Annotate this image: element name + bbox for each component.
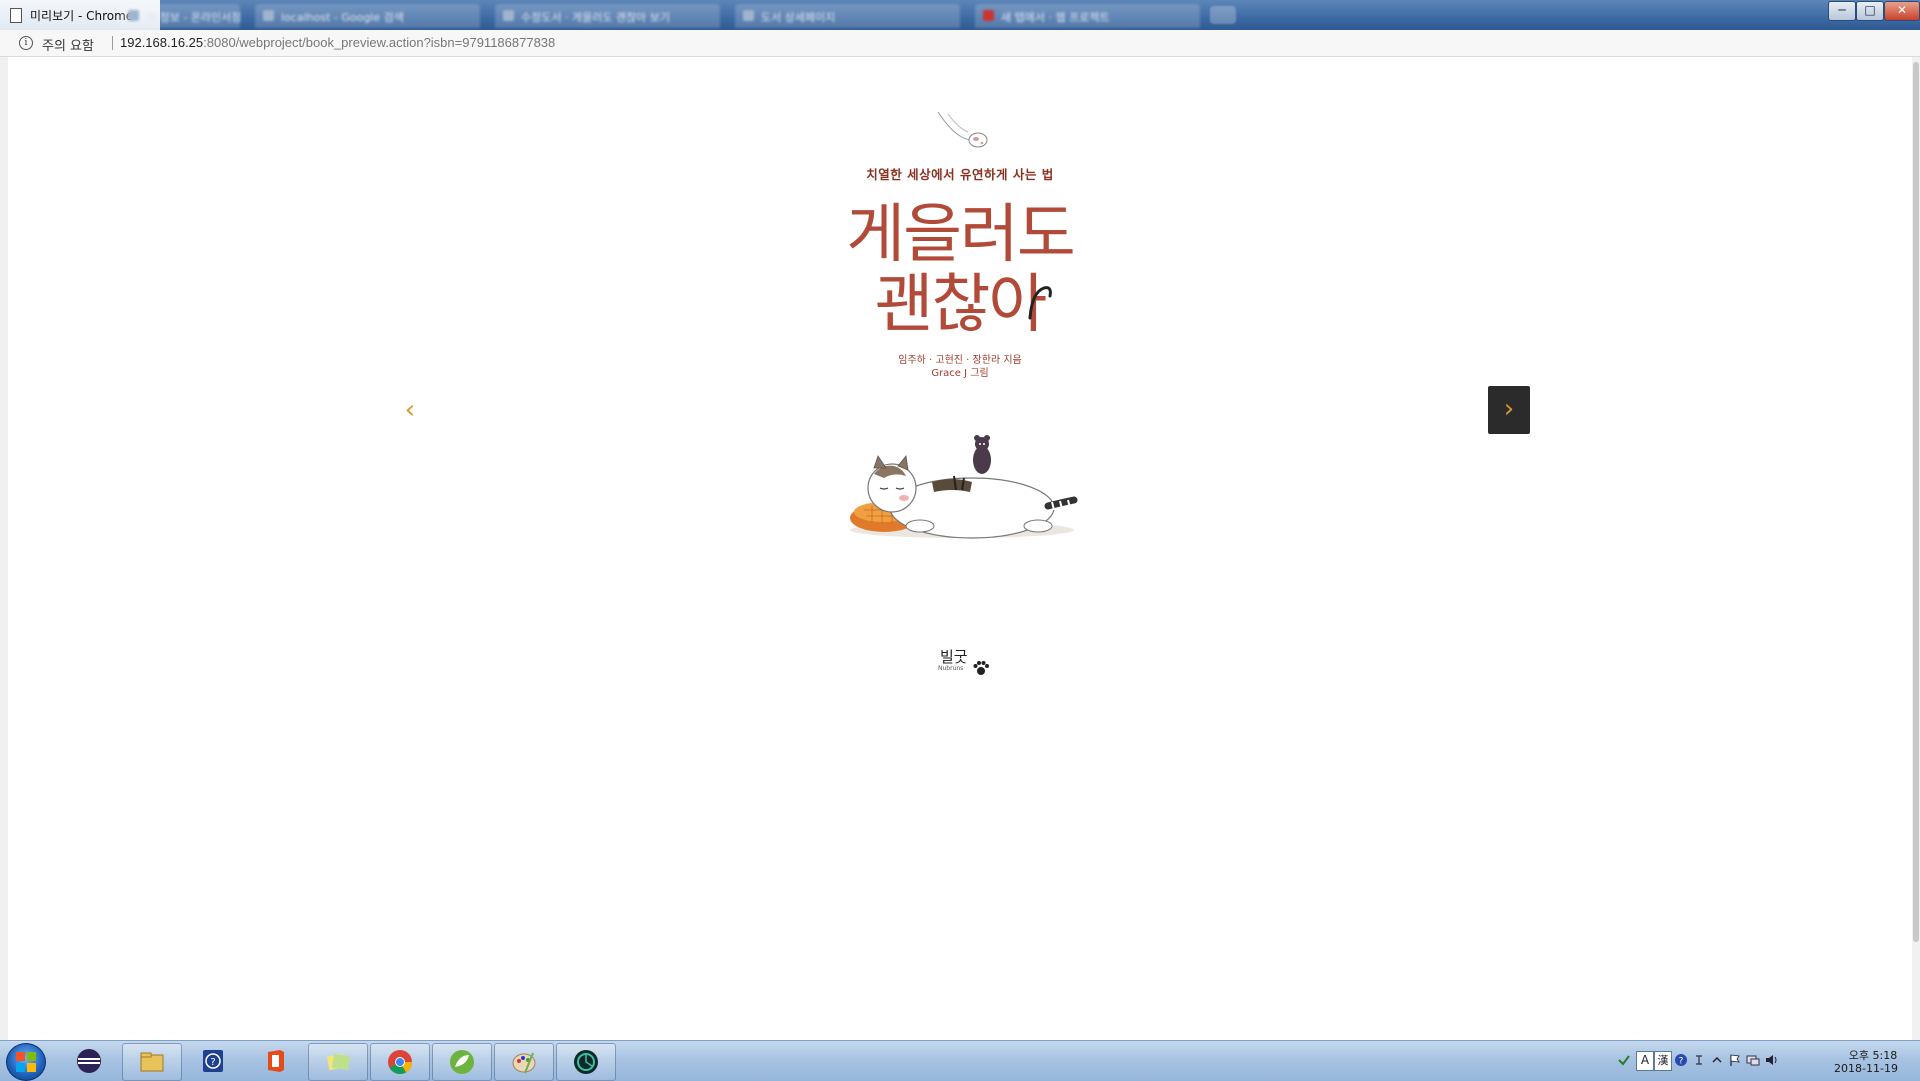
window-titlebar[interactable]: 미리보기 - Chrome 책 정보 - 온라인서점 localhost - G… (0, 0, 1920, 30)
url-path: :8080/webproject/book_preview.action?isb… (203, 35, 556, 50)
window-title: 미리보기 - Chrome (30, 9, 134, 23)
browser-tab[interactable]: 새 탭에서 · 웹 프로젝트 (975, 4, 1200, 28)
clock-time[interactable]: 오후 5:18 (1838, 1047, 1908, 1063)
office-icon[interactable] (246, 1043, 304, 1079)
chrome-icon[interactable] (370, 1043, 430, 1081)
windows-logo-icon (16, 1052, 36, 1072)
next-page-button[interactable]: › (1488, 386, 1530, 434)
system-monitor-icon[interactable] (556, 1043, 616, 1081)
paint-icon[interactable] (494, 1043, 554, 1081)
book-title-line1: 게을러도 (846, 198, 1076, 272)
help-icon[interactable]: ? (1674, 1053, 1688, 1067)
security-warning-label[interactable]: 주의 요함 (42, 35, 94, 54)
ime-mode-indicator[interactable]: A (1636, 1051, 1654, 1071)
url-host: 192.168.16.25 (120, 35, 204, 50)
show-hidden-icons-icon[interactable] (1710, 1053, 1724, 1067)
favicon-icon (128, 10, 139, 21)
action-center-flag-icon[interactable] (1728, 1053, 1742, 1067)
publisher-logo: 빌굿 (940, 648, 968, 666)
document-icon (10, 8, 22, 23)
paw-print-icon (973, 661, 989, 675)
minimize-button[interactable]: ─ (1828, 1, 1856, 21)
browser-tab[interactable]: 수정도서 · 게을러도 괜찮아 보기 (495, 4, 720, 28)
volume-icon[interactable] (1764, 1053, 1778, 1067)
previous-page-button[interactable]: ‹ (398, 393, 422, 429)
hanja-indicator[interactable]: 漢 (1654, 1051, 1672, 1071)
cat-paw-icon (937, 111, 988, 148)
svg-text:?: ? (1679, 1057, 1684, 1067)
publisher-subtitle: Nubruns (938, 665, 964, 672)
file-explorer-icon[interactable] (122, 1043, 182, 1081)
address-separator (112, 36, 113, 50)
favicon-icon (743, 10, 754, 21)
new-tab-button[interactable] (1210, 6, 1236, 24)
browser-tab[interactable]: 도서 상세페이지 (735, 4, 960, 28)
browser-tab[interactable]: 책 정보 - 온라인서점 (120, 4, 241, 28)
maximize-button[interactable]: □ (1856, 1, 1884, 21)
favicon-icon (263, 10, 274, 21)
sleeping-cat-illustration (850, 435, 1078, 539)
svg-text:?: ? (210, 1057, 215, 1068)
start-button[interactable] (6, 1043, 46, 1081)
ime-options-icon[interactable] (1692, 1053, 1706, 1067)
network-icon[interactable] (1746, 1053, 1760, 1067)
help-icon[interactable]: ? (184, 1043, 242, 1079)
sticky-notes-icon[interactable] (308, 1043, 368, 1081)
book-illustrator: Grace J 그림 (931, 368, 989, 379)
book-cover: 치열한 세상에서 유연하게 사는 법 게을러도 괜찮아 임주하 · 고현진 · … (830, 100, 1090, 700)
scrollbar-thumb[interactable] (1913, 62, 1919, 942)
info-icon[interactable]: i (19, 36, 33, 50)
eclipse-icon[interactable] (60, 1043, 118, 1079)
cat-tail-icon (1028, 286, 1052, 320)
network-check-icon[interactable] (1617, 1053, 1631, 1067)
url-text[interactable]: 192.168.16.25:8080/webproject/book_previ… (120, 35, 555, 50)
favicon-icon (503, 10, 514, 21)
close-button[interactable]: ✕ (1884, 1, 1920, 21)
book-subtitle: 치열한 세상에서 유연하게 사는 법 (866, 167, 1054, 182)
clock-date[interactable]: 2018-11-19 (1826, 1062, 1906, 1075)
windows-taskbar: ? A 漢 ? 오후 5:18 2018-11-19 (0, 1040, 1920, 1081)
browser-tab[interactable]: localhost - Google 검색 (255, 4, 480, 28)
address-bar[interactable]: i 주의 요함 192.168.16.25:8080/webproject/bo… (0, 30, 1920, 57)
favicon-icon (983, 10, 994, 21)
spring-tool-suite-icon[interactable] (432, 1043, 492, 1081)
